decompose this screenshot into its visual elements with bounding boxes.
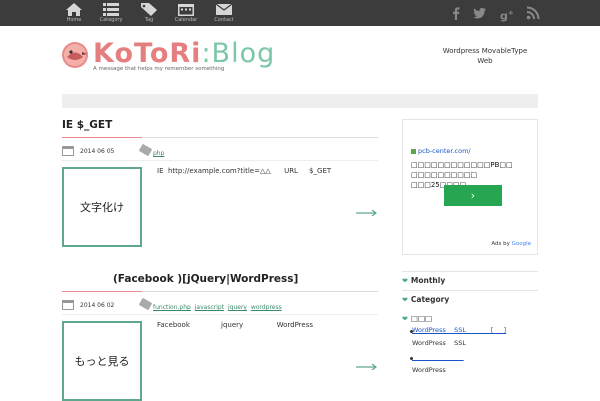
header-link-cms[interactable]: Wordpress MovableType [440,46,530,56]
sidebar-recent-heading: ❤ □□□ [402,314,432,323]
post-date: 2014 06 05 [80,148,115,155]
post-title[interactable]: IE $_GET [62,119,112,131]
post-title[interactable]: (Facebook )[jQuery|WordPress] [113,273,298,285]
recent-post-category: WordPress SSL [412,339,466,347]
header-link-web[interactable]: Web [440,56,530,66]
google-logo: Google [511,241,531,247]
post-thumbnail[interactable]: 文字化け [62,167,142,247]
post-title-underline [62,137,378,138]
ads-by-label: Ads by [491,241,510,247]
read-more-arrow-icon[interactable] [356,362,378,370]
tag-link[interactable]: wordpress [251,304,282,311]
post-meta: 2014 06 02 function.php javascript jquer… [62,297,378,315]
post-date: 2014 06 02 [80,302,115,309]
facebook-icon[interactable] [449,6,463,20]
heart-icon: ❤ [402,315,408,323]
nav-home[interactable]: Home [54,0,94,26]
recent-post-link[interactable] [412,353,464,361]
nav-home-label: Home [66,17,82,23]
tag-icon [138,143,153,157]
ads-by-google[interactable]: Ads by Google [491,241,531,247]
nav-tag-label: Tag [144,17,154,23]
calendar-icon [178,4,194,16]
nav-contact-label: Contact [214,17,234,23]
search-band [62,94,538,108]
ad-url-text: pcb-center.com/ [418,147,471,155]
google-plus-icon[interactable]: g+ [500,6,514,23]
tag-icon [138,297,153,311]
tag-link[interactable]: javascript [195,304,224,311]
nav-calendar-label: Calendar [174,17,198,23]
tag-icon [141,3,157,16]
recent-post-link[interactable]: WordPress SSL [ ] [412,326,506,334]
post-title-underline [62,291,378,292]
nav-category-label: Category [99,17,123,23]
logo-kotori: KoToRi [93,38,202,69]
nav-contact[interactable]: Contact [204,0,244,26]
bird-logo-icon [62,42,88,68]
mail-icon [216,3,232,15]
post-excerpt: IE http://example.com?title=△△ URL $_GET [157,167,332,175]
recent-post-category: WordPress [412,366,446,374]
tag-link[interactable]: php [153,150,164,157]
post-meta: 2014 06 05 php [62,143,378,161]
nav-calendar[interactable]: Calendar [166,0,206,26]
ad-url[interactable]: pcb-center.com/ [411,147,471,155]
site-logo[interactable]: KoToRi:Blog A message that helps my reme… [62,38,274,80]
sidebar-monthly-heading[interactable]: ❤ Monthly [402,271,538,290]
list-icon [103,3,119,16]
heart-icon: ❤ [402,296,408,304]
read-more-arrow-icon[interactable] [356,208,378,216]
rss-icon[interactable] [526,6,540,20]
home-icon [66,3,82,16]
nav-tag[interactable]: Tag [129,0,169,26]
sidebar-category-heading[interactable]: ❤ Category [402,290,538,309]
logo-separator: : [201,38,212,69]
monthly-label: Monthly [410,276,446,285]
ad-favicon-icon [411,148,416,154]
calendar-icon [62,146,74,156]
post-excerpt: Facebook jquery WordPress [157,321,313,329]
category-label: Category [410,295,450,304]
calendar-icon [62,300,74,310]
post-thumbnail[interactable]: もっと見る [62,321,142,401]
post-tags: php [153,150,166,157]
post-tags: function.php javascript jquery wordpress [153,304,284,311]
tag-link[interactable]: jquery [228,304,247,311]
ad-arrow-button[interactable]: › [444,185,502,206]
recent-label: □□□ [410,314,433,323]
header-links: Wordpress MovableType Web [440,46,530,66]
logo-blog: Blog [211,38,276,69]
site-tagline: A message that helps my remember somethi… [93,66,225,72]
top-navigation-bar: Home Category Tag Calendar Contact g+ [0,0,600,26]
twitter-icon[interactable] [473,6,487,20]
heart-icon: ❤ [402,277,408,285]
tag-link[interactable]: function.php [153,304,191,311]
nav-category[interactable]: Category [91,0,131,26]
sidebar-ad[interactable]: pcb-center.com/ □□□□□□□□□□□□PB□□ □□□□□□□… [402,119,538,255]
